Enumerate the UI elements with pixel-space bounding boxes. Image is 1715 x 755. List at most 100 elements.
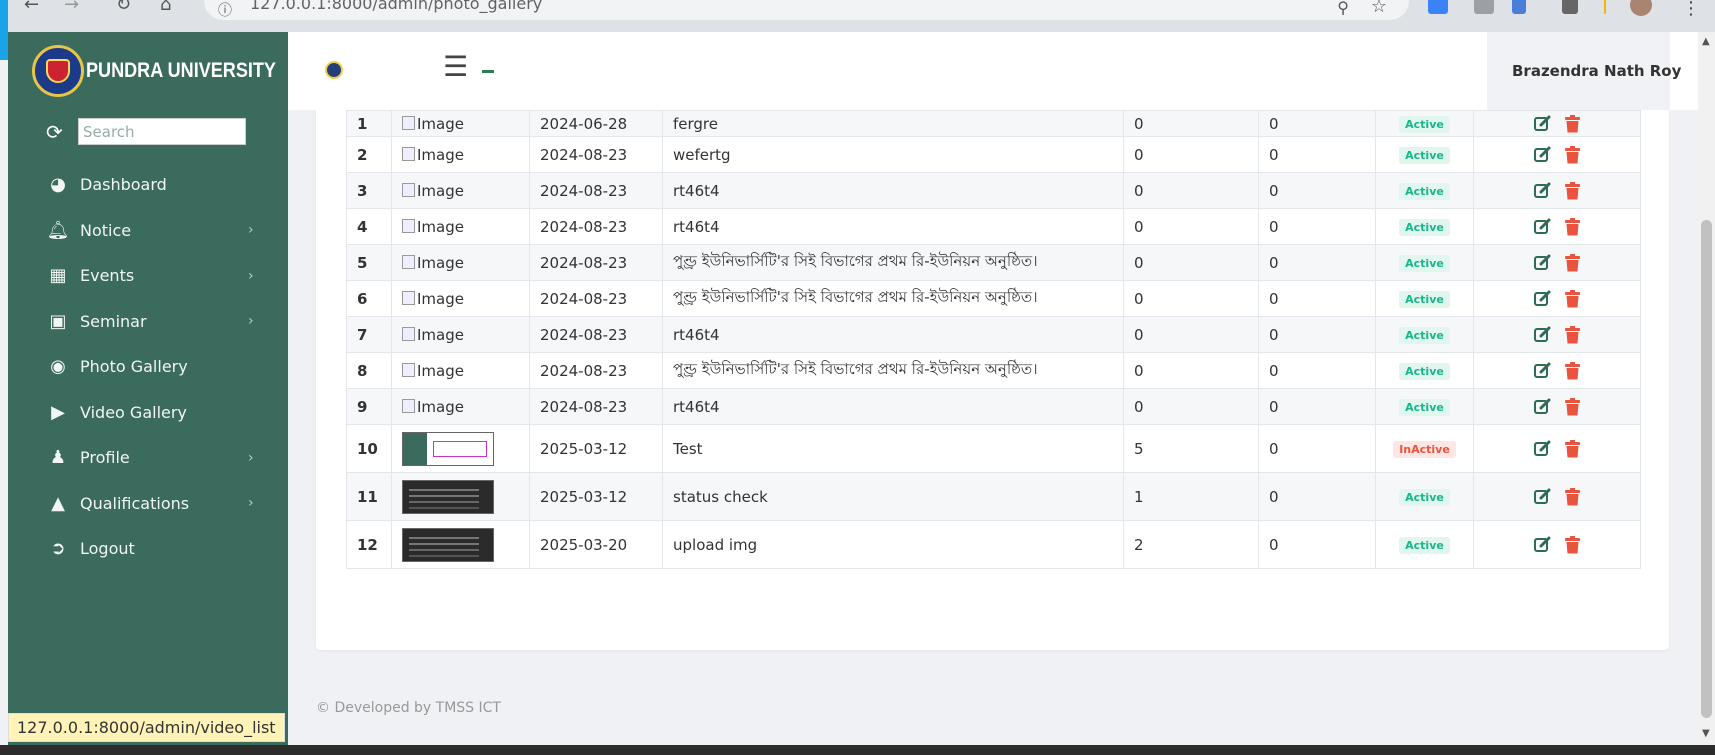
row-serial: 10	[346, 424, 392, 473]
row-count-1: 0	[1123, 110, 1259, 137]
sidebar-item-logout[interactable]: ➲ Logout	[8, 526, 288, 572]
status-badge: Active	[1399, 183, 1450, 200]
table-row: 6 Image 2024-08-23 পুণ্ড্র ইউনিভার্সিটি'র স…	[346, 280, 1641, 317]
bookmark-star-icon[interactable]: ☆	[1371, 0, 1387, 17]
row-date: 2025-03-12	[529, 424, 663, 473]
edit-icon[interactable]	[1534, 218, 1551, 235]
sidebar-item-label: Qualifications	[80, 493, 190, 513]
puzzle-extension-icon[interactable]	[1562, 0, 1578, 14]
extension-icon[interactable]	[1428, 0, 1448, 14]
edit-icon[interactable]	[1534, 182, 1551, 199]
row-date: 2025-03-12	[529, 472, 663, 521]
refresh-icon[interactable]: ⟳	[46, 120, 70, 144]
edit-icon[interactable]	[1534, 326, 1551, 343]
scrollbar-thumb[interactable]	[1701, 220, 1712, 718]
docs-extension-icon[interactable]	[1512, 0, 1526, 14]
site-info-icon[interactable]: ⓘ	[214, 0, 236, 19]
chevron-right-icon: ›	[248, 495, 254, 512]
screenshot-extension-icon[interactable]	[1474, 0, 1494, 14]
status-badge: Active	[1399, 363, 1450, 380]
row-actions	[1473, 520, 1641, 569]
back-arrow-icon[interactable]: ←	[24, 0, 39, 14]
broken-image-icon: Image	[402, 146, 464, 164]
chevron-right-icon: ›	[248, 313, 254, 330]
graduation-cap-icon: ▲	[51, 492, 65, 514]
home-icon[interactable]: ⌂	[160, 0, 171, 14]
video-icon: ▶	[51, 401, 65, 423]
status-badge: Active	[1399, 255, 1450, 272]
row-image: Image	[391, 208, 530, 245]
delete-icon[interactable]	[1565, 487, 1580, 506]
photo-gallery-card: 1 Image 2024-06-28 fergre 0 0 Active 2 Image 2024…	[316, 110, 1669, 650]
delete-icon[interactable]	[1565, 253, 1580, 272]
row-image	[391, 424, 530, 473]
status-badge: Active	[1399, 537, 1450, 554]
image-thumbnail	[402, 479, 494, 514]
sidebar-item-photo-gallery[interactable]: ◉ Photo Gallery	[8, 344, 288, 390]
sidebar-item-video-gallery[interactable]: ▶ Video Gallery	[8, 390, 288, 436]
delete-icon[interactable]	[1565, 181, 1580, 200]
delete-icon[interactable]	[1565, 289, 1580, 308]
sidebar: PUNDRA UNIVERSITY ⟳ ◕ Dashboard 🔔︎ Notic…	[8, 32, 288, 745]
row-count-2: 0	[1258, 208, 1376, 245]
table-row: 9 Image 2024-08-23 rt46t4 0 0 Active	[346, 388, 1641, 425]
profile-avatar[interactable]	[1630, 0, 1652, 16]
toolbar-divider	[1604, 0, 1606, 14]
edit-icon[interactable]	[1534, 362, 1551, 379]
row-status: Active	[1375, 280, 1474, 317]
delete-icon[interactable]	[1565, 439, 1580, 458]
delete-icon[interactable]	[1565, 114, 1580, 133]
edit-icon[interactable]	[1534, 146, 1551, 163]
table-row: 1 Image 2024-06-28 fergre 0 0 Active	[346, 110, 1641, 137]
row-status: Active	[1375, 388, 1474, 425]
row-count-1: 0	[1123, 316, 1259, 353]
delete-icon[interactable]	[1565, 397, 1580, 416]
search-input[interactable]	[78, 118, 246, 145]
page-scrollbar[interactable]: ▲ ▼	[1698, 32, 1715, 745]
delete-icon[interactable]	[1565, 535, 1580, 554]
row-image: Image	[391, 316, 530, 353]
reload-icon[interactable]: ↻	[116, 0, 131, 14]
status-badge: Active	[1399, 116, 1450, 133]
zoom-icon[interactable]: ⚲	[1337, 0, 1349, 17]
sidebar-item-qualifications[interactable]: ▲ Qualifications ›	[8, 481, 288, 527]
sidebar-item-dashboard[interactable]: ◕ Dashboard	[8, 162, 288, 208]
user-menu[interactable]: Brazendra Nath Roy	[1487, 32, 1681, 111]
row-image: Image	[391, 244, 530, 281]
row-date: 2024-08-23	[529, 244, 663, 281]
edit-icon[interactable]	[1534, 440, 1551, 457]
edit-icon[interactable]	[1534, 536, 1551, 553]
edit-icon[interactable]	[1534, 488, 1551, 505]
sidebar-nav: ◕ Dashboard 🔔︎ Notice › ▦ Events › ▣ Sem…	[8, 162, 288, 572]
brand[interactable]: PUNDRA UNIVERSITY	[32, 45, 307, 97]
scroll-up-arrow-icon[interactable]: ▲	[1702, 36, 1710, 47]
collapse-indicator[interactable]	[482, 70, 494, 73]
row-status: Active	[1375, 316, 1474, 353]
edit-icon[interactable]	[1534, 254, 1551, 271]
browser-menu-icon[interactable]: ⋮	[1682, 0, 1700, 19]
edit-icon[interactable]	[1534, 290, 1551, 307]
forward-arrow-icon[interactable]: →	[64, 0, 79, 14]
scroll-down-arrow-icon[interactable]: ▼	[1702, 728, 1710, 739]
delete-icon[interactable]	[1565, 217, 1580, 236]
menu-toggle-icon[interactable]: ☰	[443, 50, 468, 83]
sidebar-item-events[interactable]: ▦ Events ›	[8, 253, 288, 299]
row-status: Active	[1375, 520, 1474, 569]
bell-icon: 🔔︎	[46, 219, 70, 241]
delete-icon[interactable]	[1565, 145, 1580, 164]
edit-icon[interactable]	[1534, 398, 1551, 415]
delete-icon[interactable]	[1565, 325, 1580, 344]
university-logo	[32, 45, 84, 97]
delete-icon[interactable]	[1565, 361, 1580, 380]
sidebar-item-notice[interactable]: 🔔︎ Notice ›	[8, 208, 288, 254]
row-count-2: 0	[1258, 110, 1376, 137]
edit-icon[interactable]	[1534, 115, 1551, 132]
address-url[interactable]: 127.0.0.1:8000/admin/photo_gallery	[250, 0, 542, 12]
sidebar-item-profile[interactable]: ♟ Profile ›	[8, 435, 288, 481]
table-row: 2 Image 2024-08-23 wefertg 0 0 Active	[346, 136, 1641, 173]
top-header: ☰ Brazendra Nath Roy	[288, 32, 1698, 111]
row-count-2: 0	[1258, 520, 1376, 569]
row-serial: 3	[346, 172, 392, 209]
sidebar-item-seminar[interactable]: ▣ Seminar ›	[8, 299, 288, 345]
address-bar[interactable]: ⓘ 127.0.0.1:8000/admin/photo_gallery ⚲ ☆	[204, 0, 1409, 20]
